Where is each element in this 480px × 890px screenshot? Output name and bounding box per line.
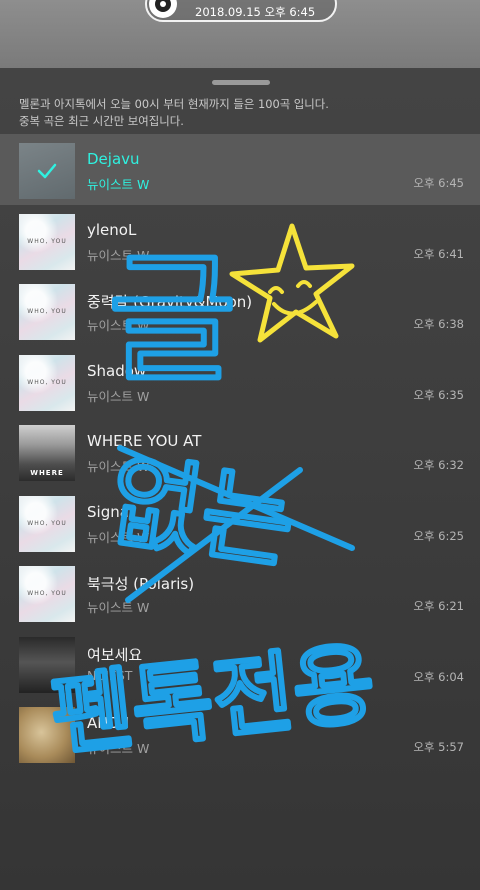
- song-title: 북극성 (Polaris): [87, 575, 195, 593]
- album-art-text: WHERE: [30, 469, 64, 477]
- now-playing-pill[interactable]: 2018.09.15 오후 6:45: [145, 0, 337, 22]
- song-artist: 뉴이스트 W: [87, 741, 150, 756]
- song-artist: 뉴이스트 W: [87, 388, 150, 404]
- drag-handle[interactable]: [212, 80, 270, 85]
- notice-line-1: 멜론과 아지톡에서 오늘 00시 부터 현재까지 들은 100곡 입니다.: [19, 97, 329, 111]
- song-artist: NU'EST: [87, 667, 133, 683]
- song-title: Shadow: [87, 361, 147, 380]
- album-art-text: WHO, YOU: [27, 308, 67, 315]
- played-time: 오후 6:45: [413, 176, 464, 190]
- album-art-text: WHO, YOU: [27, 590, 67, 597]
- album-art: WHO, YOU: [19, 566, 75, 622]
- song-title: AND I: [87, 714, 130, 732]
- album-art-text: WHO, YOU: [27, 378, 67, 386]
- list-item[interactable]: Dejavu 뉴이스트 W 오후 6:45: [0, 134, 480, 205]
- song-artist: 뉴이스트 W: [87, 177, 150, 192]
- song-artist: 뉴이스트 W: [87, 600, 150, 615]
- list-item[interactable]: AND I 뉴이스트 W 오후 5:57: [0, 698, 480, 769]
- list-item[interactable]: WHO, YOU 중력달 (Gravity&Moon) 뉴이스트 W 오후 6:…: [0, 275, 480, 346]
- list-item[interactable]: 여보세요 NU'EST 오후 6:04: [0, 628, 480, 699]
- album-art: [19, 707, 75, 763]
- album-art: WHO, YOU: [19, 213, 75, 270]
- song-title: ylenoL: [87, 220, 137, 239]
- check-icon: [37, 163, 57, 179]
- played-time: 오후 6:21: [413, 599, 464, 613]
- song-title: WHERE YOU AT: [87, 432, 202, 450]
- album-art: WHERE: [19, 425, 75, 481]
- song-title: Dejavu: [87, 150, 140, 168]
- song-artist: 뉴이스트 W: [87, 318, 150, 333]
- song-artist: 뉴이스트 W: [87, 247, 150, 263]
- played-time: 오후 6:41: [413, 246, 464, 261]
- album-art-text: WHO, YOU: [27, 237, 67, 245]
- notice-line-2: 중복 곡은 최근 시간만 보여집니다.: [19, 114, 184, 128]
- played-time: 오후 6:04: [413, 669, 464, 684]
- song-artist: 뉴이스트 W: [87, 529, 150, 545]
- played-time: 오후 5:57: [413, 740, 464, 754]
- list-item[interactable]: WHO, YOU 북극성 (Polaris) 뉴이스트 W 오후 6:21: [0, 557, 480, 628]
- list-item[interactable]: WHERE WHERE YOU AT 뉴이스트 W 오후 6:32: [0, 416, 480, 487]
- album-art: WHO, YOU: [19, 284, 75, 340]
- history-timestamp: 2018.09.15 오후 6:45: [195, 5, 316, 19]
- played-time: 오후 6:25: [413, 528, 464, 543]
- music-disc-icon: [149, 0, 177, 18]
- list-item[interactable]: WHO, YOU ylenoL 뉴이스트 W 오후 6:41: [0, 205, 480, 276]
- song-title: Signal: [87, 502, 134, 521]
- song-artist: 뉴이스트 W: [87, 459, 150, 474]
- album-art: WHO, YOU: [19, 495, 75, 552]
- album-art: [19, 636, 75, 693]
- song-title: 중력달 (Gravity&Moon): [87, 293, 253, 311]
- album-art: WHO, YOU: [19, 354, 75, 411]
- played-time: 오후 6:38: [413, 317, 464, 331]
- album-art: [19, 143, 75, 199]
- album-art-text: WHO, YOU: [27, 519, 67, 527]
- list-item[interactable]: WHO, YOU Shadow 뉴이스트 W 오후 6:35: [0, 346, 480, 417]
- song-history-list: Dejavu 뉴이스트 W 오후 6:45 WHO, YOU ylenoL 뉴이…: [0, 134, 480, 769]
- played-time: 오후 6:32: [413, 458, 464, 472]
- history-notice: 멜론과 아지톡에서 오늘 00시 부터 현재까지 들은 100곡 입니다. 중복…: [19, 96, 459, 130]
- list-item[interactable]: WHO, YOU Signal 뉴이스트 W 오후 6:25: [0, 487, 480, 558]
- song-title: 여보세요: [87, 645, 143, 664]
- played-time: 오후 6:35: [413, 387, 464, 402]
